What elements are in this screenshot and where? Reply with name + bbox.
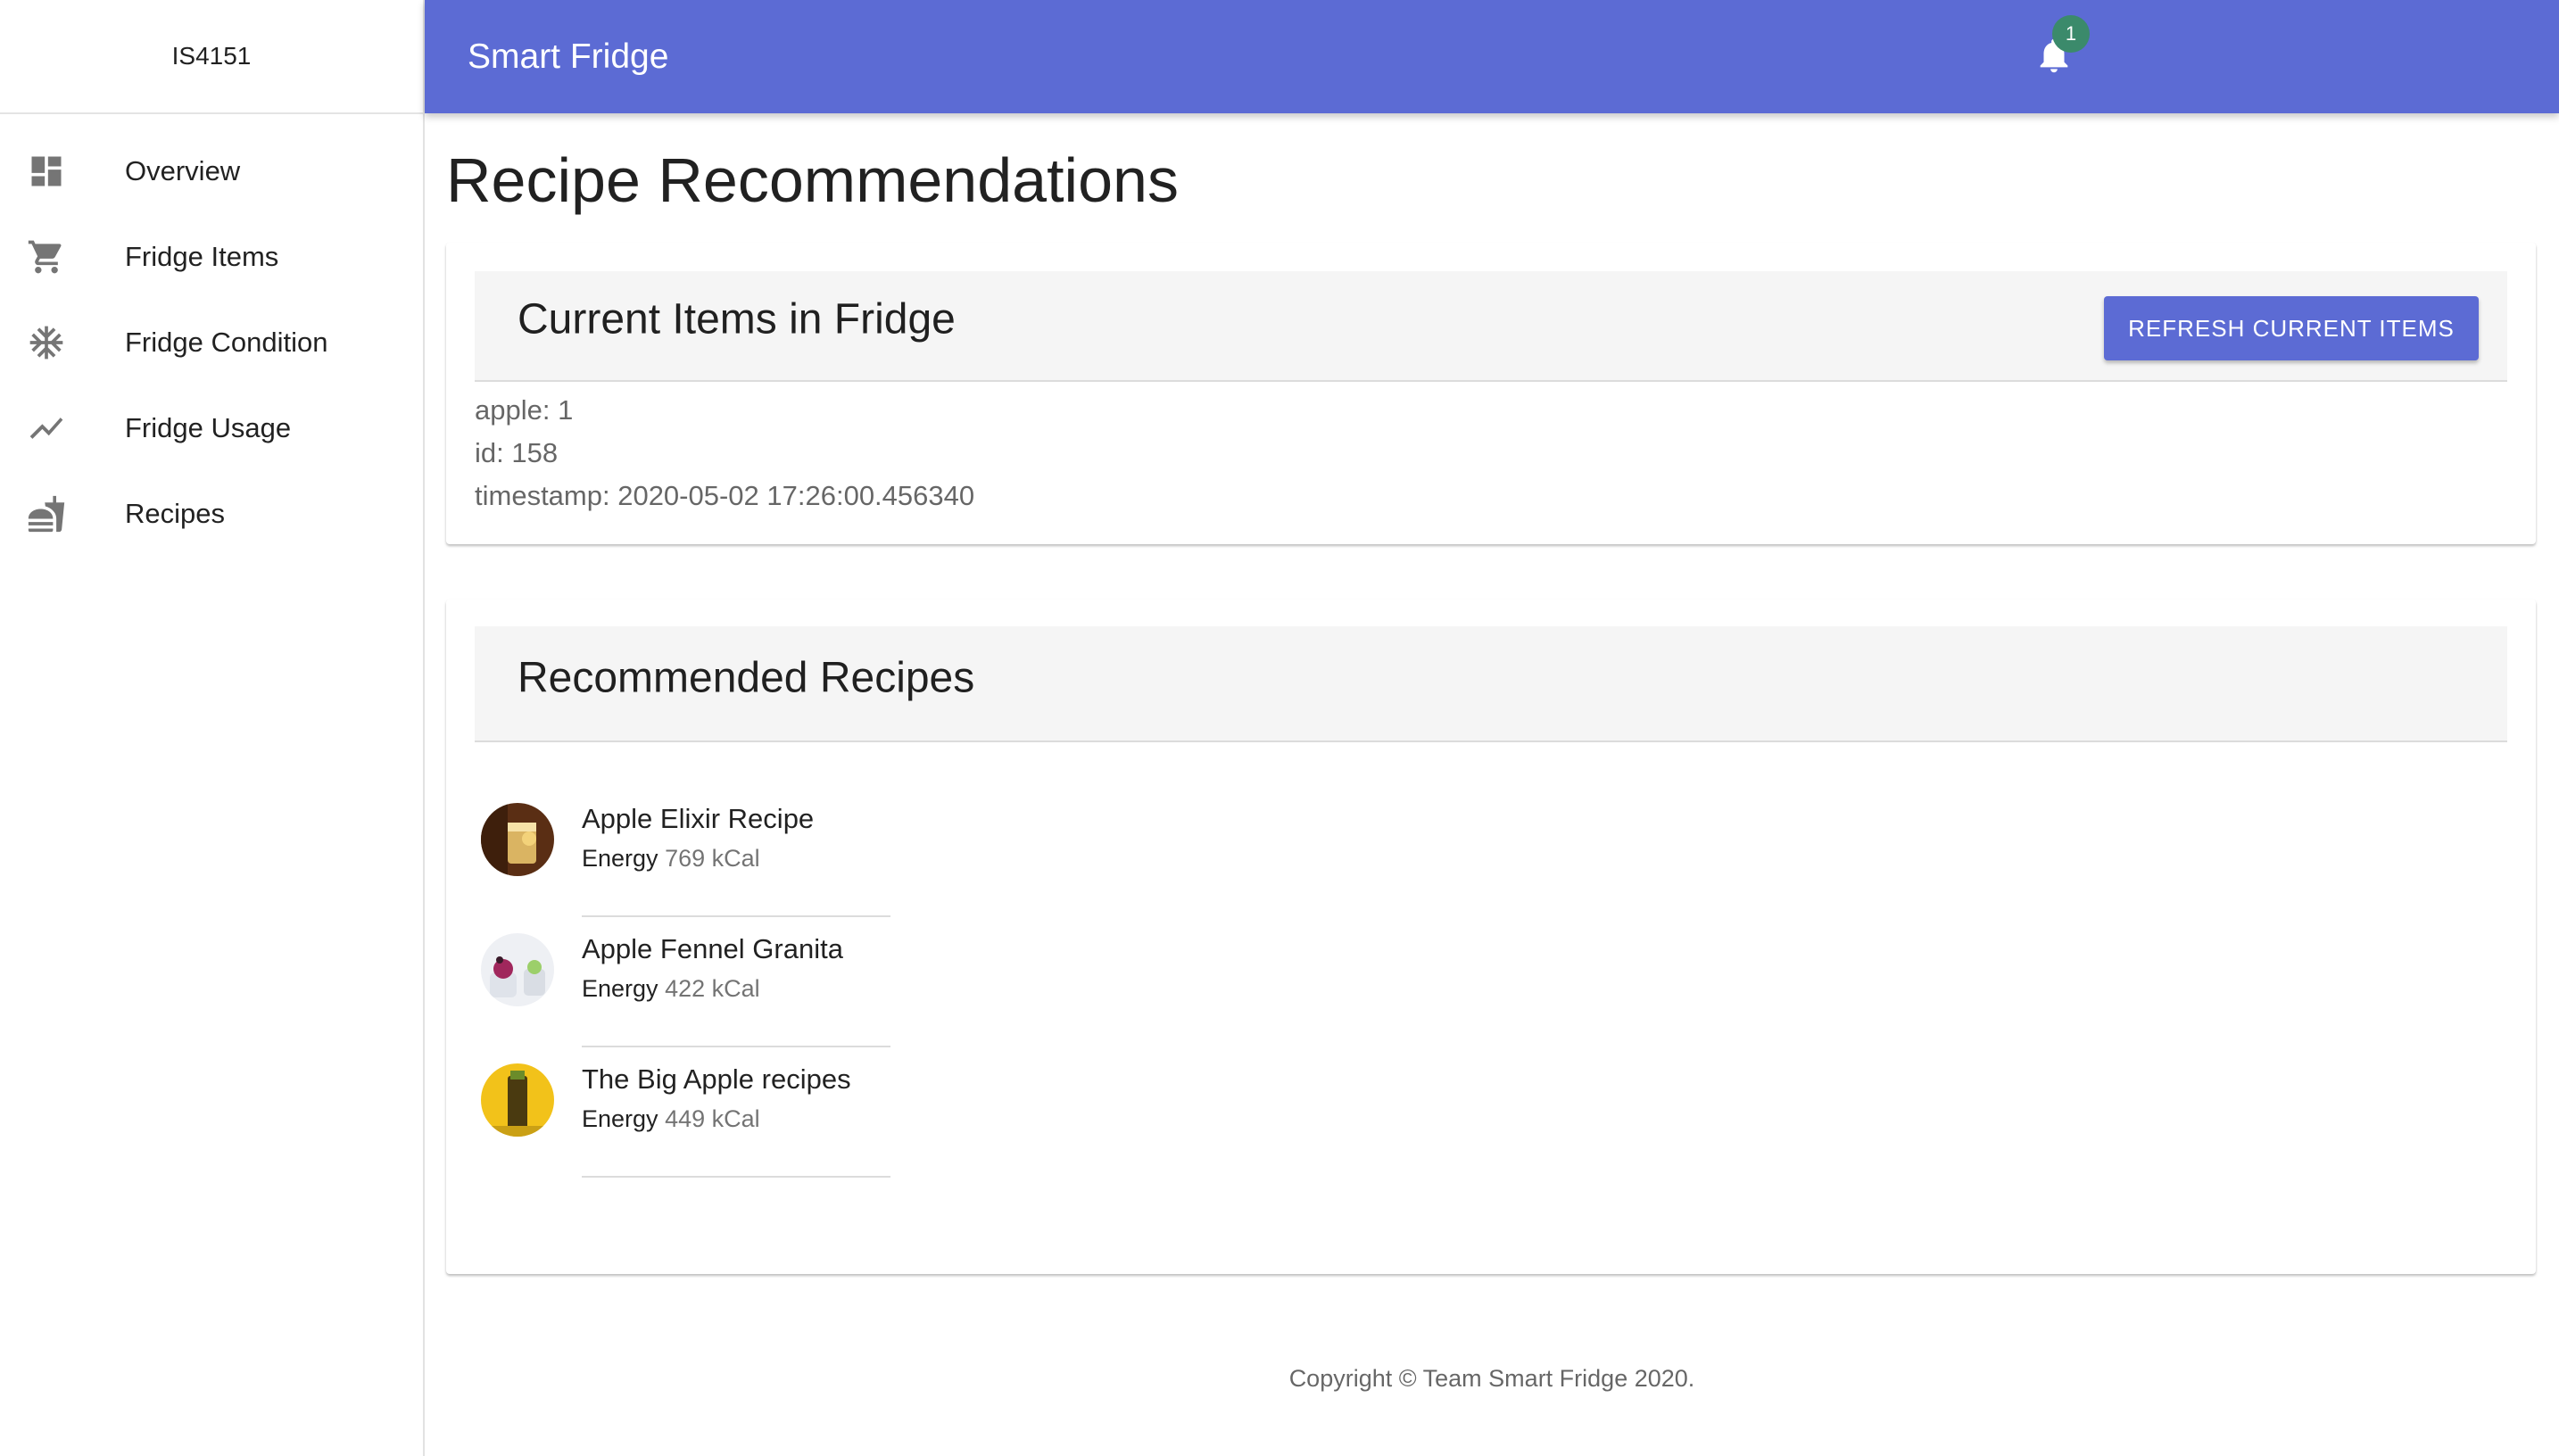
- card-title: Current Items in Fridge: [518, 295, 956, 343]
- sidebar-item-recipes[interactable]: Recipes: [0, 471, 423, 557]
- recommended-recipes-card: Recommended Recipes Apple Elixir Recipe …: [446, 600, 2536, 1274]
- dashboard-icon: [0, 128, 125, 214]
- sidebar-item-overview[interactable]: Overview: [0, 128, 423, 214]
- energy-label: Energy: [582, 1105, 658, 1132]
- sidebar-item-label: Fridge Items: [125, 241, 279, 272]
- current-items-list: apple: 1 id: 158 timestamp: 2020-05-02 1…: [475, 389, 974, 517]
- recipe-item[interactable]: The Big Apple recipes Energy 449 kCal: [475, 1047, 894, 1178]
- notification-badge: 1: [2052, 15, 2090, 53]
- card-header: Recommended Recipes: [475, 626, 2507, 742]
- recipe-item[interactable]: Apple Fennel Granita Energy 422 kCal: [475, 917, 894, 1047]
- recipe-energy: Energy 449 kCal: [582, 1101, 890, 1137]
- energy-value: 422 kCal: [665, 975, 760, 1002]
- current-items-card: Current Items in Fridge REFRESH CURRENT …: [446, 243, 2536, 544]
- recipe-energy: Energy 769 kCal: [582, 840, 890, 876]
- energy-label: Energy: [582, 845, 658, 872]
- sidebar-item-fridge-items[interactable]: Fridge Items: [0, 214, 423, 300]
- recipe-thumbnail: [481, 933, 554, 1006]
- sidebar-item-label: Overview: [125, 155, 241, 186]
- item-line: timestamp: 2020-05-02 17:26:00.456340: [475, 480, 975, 511]
- refresh-current-items-button[interactable]: REFRESH CURRENT ITEMS: [2104, 296, 2479, 360]
- recipe-name: Apple Fennel Granita: [582, 933, 843, 964]
- page-title: Recipe Recommendations: [446, 145, 1179, 215]
- snowflake-icon: [0, 300, 125, 385]
- recipe-thumbnail: [481, 803, 554, 876]
- recipe-energy: Energy 422 kCal: [582, 971, 890, 1006]
- energy-value: 449 kCal: [665, 1105, 760, 1132]
- energy-value: 769 kCal: [665, 845, 760, 872]
- card-title: Recommended Recipes: [518, 654, 975, 702]
- sidebar-item-label: Recipes: [125, 498, 225, 529]
- sidebar-item-label: Fridge Condition: [125, 327, 328, 358]
- item-line: apple: 1: [475, 394, 574, 426]
- sidebar: IS4151 Overview Fridge Items Fridge Cond…: [0, 0, 425, 1456]
- sidebar-item-fridge-usage[interactable]: Fridge Usage: [0, 385, 423, 471]
- trending-icon: [0, 385, 125, 471]
- sidebar-item-fridge-condition[interactable]: Fridge Condition: [0, 300, 423, 385]
- app-bar: Smart Fridge: [425, 0, 2559, 113]
- recipe-item[interactable]: Apple Elixir Recipe Energy 769 kCal: [475, 787, 894, 917]
- cart-icon: [0, 214, 125, 300]
- recipe-text: The Big Apple recipes Energy 449 kCal: [582, 1060, 890, 1178]
- energy-label: Energy: [582, 975, 658, 1002]
- sidebar-brand: IS4151: [0, 0, 423, 114]
- recipe-name: The Big Apple recipes: [582, 1063, 851, 1095]
- recipe-text: Apple Fennel Granita Energy 422 kCal: [582, 930, 890, 1047]
- app-title: Smart Fridge: [468, 37, 669, 76]
- recipe-text: Apple Elixir Recipe Energy 769 kCal: [582, 799, 890, 917]
- recipe-name: Apple Elixir Recipe: [582, 803, 815, 834]
- recipe-list: Apple Elixir Recipe Energy 769 kCal Appl…: [475, 787, 894, 1178]
- fastfood-icon: [0, 471, 125, 557]
- sidebar-item-label: Fridge Usage: [125, 412, 292, 443]
- item-line: id: 158: [475, 437, 559, 468]
- recipe-thumbnail: [481, 1063, 554, 1137]
- footer: Copyright © Team Smart Fridge 2020.: [1288, 1365, 1695, 1392]
- sidebar-nav: Overview Fridge Items Fridge Condition F…: [0, 114, 423, 557]
